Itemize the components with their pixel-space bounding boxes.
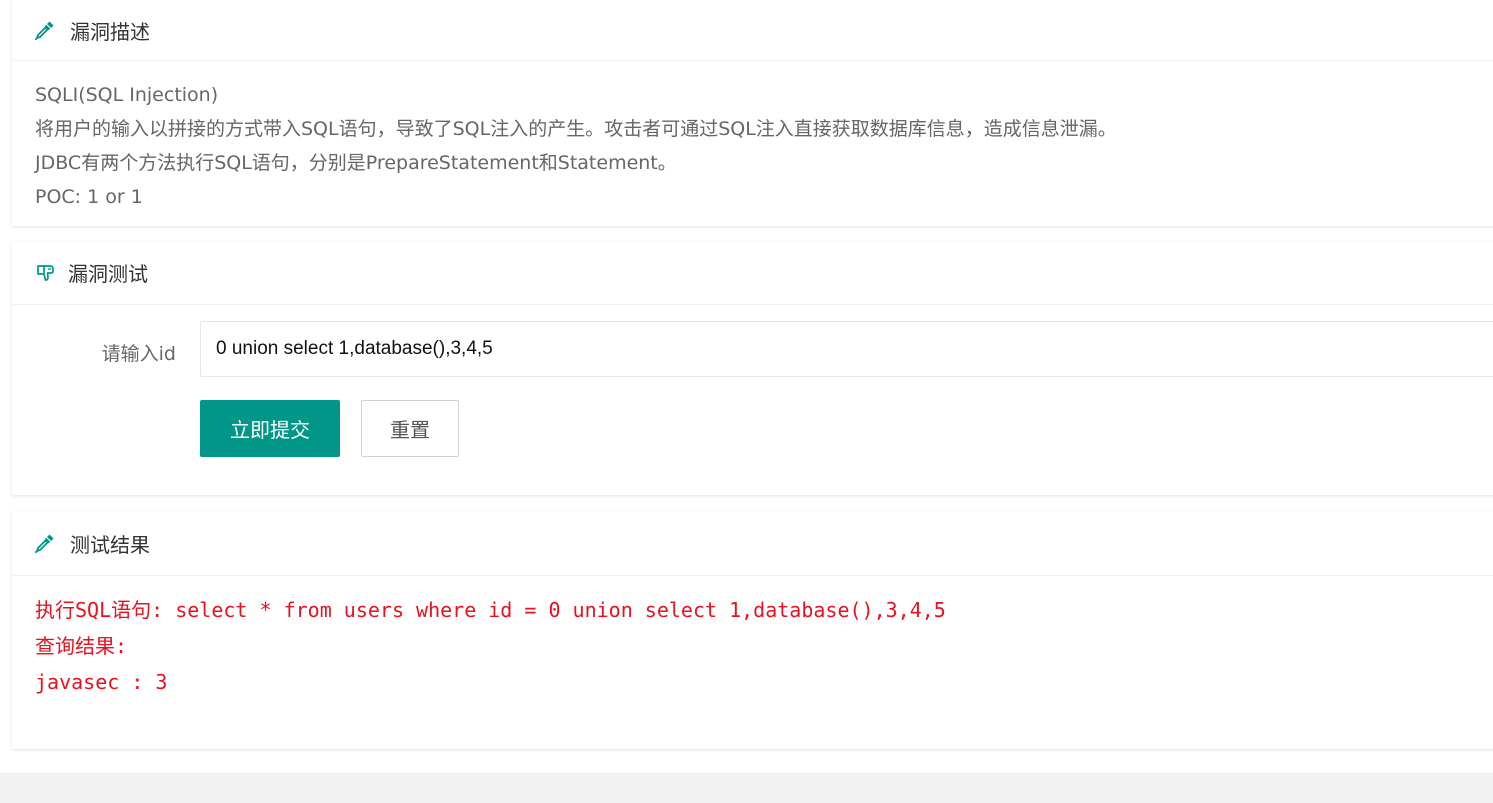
result-body: 执行SQL语句: select * from users where id = … [12,576,1493,700]
query-result-output: javasec : 3 [35,670,168,694]
test-header: 漏洞测试 [12,241,1493,305]
submit-button[interactable]: 立即提交 [200,400,340,457]
description-line: SQLI(SQL Injection) [35,84,219,106]
description-line: 将用户的输入以拼接的方式带入SQL语句，导致了SQL注入的产生。攻击者可通过SQ… [35,118,1117,140]
query-result-label: 查询结果: [35,634,128,658]
reset-button[interactable]: 重置 [361,400,459,457]
id-label: 请输入id [101,343,176,365]
result-card: 测试结果 执行SQL语句: select * from users where … [12,511,1493,749]
test-card: 漏洞测试 请输入id 立即提交 重置 [12,241,1493,495]
description-title: 漏洞描述 [70,19,150,44]
id-input[interactable] [200,321,1493,377]
description-body: SQLI(SQL Injection) 将用户的输入以拼接的方式带入SQL语句，… [12,61,1493,214]
dislike-hand-icon [34,262,56,284]
eyedropper-icon [34,19,56,41]
eyedropper-icon [34,532,56,554]
description-line: POC: 1 or 1 [35,186,143,208]
description-line: JDBC有两个方法执行SQL语句，分别是PrepareStatement和Sta… [35,152,677,174]
test-title: 漏洞测试 [68,262,148,286]
result-title: 测试结果 [70,532,150,557]
result-header: 测试结果 [12,511,1493,576]
executed-sql-line: 执行SQL语句: select * from users where id = … [35,598,946,622]
description-header: 漏洞描述 [12,0,1493,61]
description-card: 漏洞描述 SQLI(SQL Injection) 将用户的输入以拼接的方式带入S… [12,0,1493,226]
id-form-row: 请输入id [12,305,1493,385]
